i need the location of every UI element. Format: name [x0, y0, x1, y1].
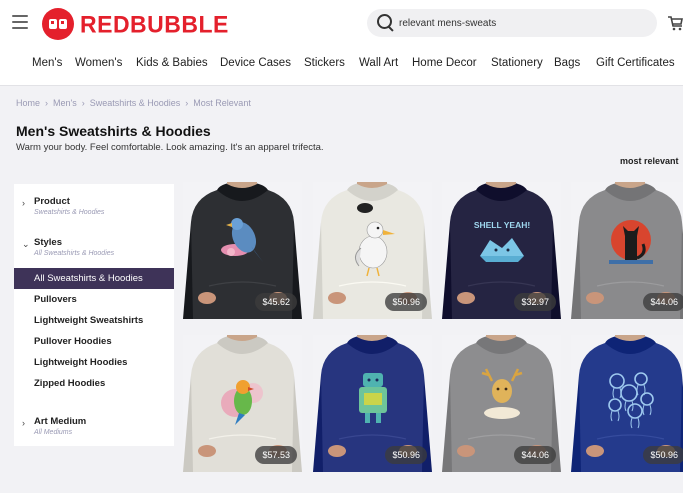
chevron-down-icon: ⌄	[22, 239, 30, 249]
style-option-pullovers[interactable]: Pullovers	[14, 289, 174, 310]
filter-product-value: Sweatshirts & Hoodies	[34, 209, 105, 216]
page: REDBUBBLE relevant mens-sweats Men's Wom…	[0, 0, 683, 493]
nav-item-womens[interactable]: Women's	[75, 57, 122, 69]
chevron-right-icon: ›	[22, 418, 25, 428]
breadcrumb-most-relevant: Most Relevant	[193, 98, 251, 108]
filter-styles-value: All Sweatshirts & Hoodies	[34, 250, 115, 257]
product-price: $32.97	[514, 293, 556, 311]
product-card[interactable]: SHELL YEAH! $32.97	[442, 182, 561, 319]
sort-dropdown[interactable]: most relevant	[620, 156, 679, 166]
style-option-pullover-hoodies[interactable]: Pullover Hoodies	[14, 331, 174, 352]
nav-item-device-cases[interactable]: Device Cases	[220, 57, 291, 69]
product-price: $45.62	[255, 293, 297, 311]
product-price: $44.06	[643, 293, 683, 311]
product-price: $44.06	[514, 446, 556, 464]
product-price: $50.96	[385, 293, 427, 311]
breadcrumb-sweatshirts-hoodies[interactable]: Sweatshirts & Hoodies	[90, 98, 181, 108]
style-option-zipped-hoodies[interactable]: Zipped Hoodies	[14, 373, 174, 394]
nav-item-stickers[interactable]: Stickers	[304, 57, 345, 69]
search-bar[interactable]: relevant mens-sweats	[367, 9, 657, 37]
brand-name: REDBUBBLE	[80, 9, 229, 38]
search-icon[interactable]	[375, 12, 397, 34]
breadcrumb-mens[interactable]: Men's	[53, 98, 77, 108]
filter-styles-title: Styles	[34, 237, 62, 248]
search-input[interactable]: relevant mens-sweats	[399, 18, 496, 29]
nav-item-gift-certificates[interactable]: Gift Certificates	[596, 57, 675, 69]
product-card[interactable]: $44.06	[442, 335, 561, 472]
nav-item-wall-art[interactable]: Wall Art	[359, 57, 398, 69]
redbubble-logo[interactable]: REDBUBBLE	[42, 8, 229, 40]
filter-art-medium-value: All Mediums	[34, 429, 73, 436]
breadcrumb-separator: ›	[185, 98, 189, 108]
page-subtitle: Warm your body. Feel comfortable. Look a…	[16, 142, 324, 153]
product-card[interactable]: $50.96	[313, 182, 432, 319]
nav-item-mens[interactable]: Men's	[32, 57, 62, 69]
logo-mark-icon	[42, 8, 74, 40]
svg-text:SHELL YEAH!: SHELL YEAH!	[474, 220, 531, 230]
breadcrumb-separator: ›	[81, 98, 85, 108]
product-card[interactable]: $57.53	[183, 335, 302, 472]
style-option-lightweight-hoodies[interactable]: Lightweight Hoodies	[14, 352, 174, 373]
filter-art-medium-title: Art Medium	[34, 416, 87, 427]
nav-item-bags[interactable]: Bags	[554, 57, 580, 69]
menu-icon[interactable]	[12, 15, 28, 29]
product-price: $50.96	[643, 446, 683, 464]
product-price: $57.53	[255, 446, 297, 464]
product-card[interactable]: $45.62	[183, 182, 302, 319]
breadcrumb-separator: ›	[45, 98, 49, 108]
cart-icon[interactable]	[667, 15, 683, 31]
top-bar: REDBUBBLE relevant mens-sweats	[0, 0, 683, 44]
page-title: Men's Sweatshirts & Hoodies	[16, 123, 211, 139]
nav-item-kids-babies[interactable]: Kids & Babies	[136, 57, 208, 69]
nav-item-home-decor[interactable]: Home Decor	[412, 57, 477, 69]
filter-product-title: Product	[34, 196, 70, 207]
product-card[interactable]: $44.06	[571, 182, 683, 319]
breadcrumb-home[interactable]: Home	[16, 98, 40, 108]
style-option-all[interactable]: All Sweatshirts & Hoodies	[14, 268, 174, 289]
category-nav: Men's Women's Kids & Babies Device Cases…	[0, 44, 683, 86]
chevron-right-icon: ›	[22, 198, 25, 208]
breadcrumb: Home › Men's › Sweatshirts & Hoodies › Most Re…	[16, 98, 251, 108]
product-card[interactable]: $50.96	[571, 335, 683, 472]
filter-sidebar: › Product Sweatshirts & Hoodies ⌄ Styles…	[14, 184, 174, 446]
product-card[interactable]: $50.96	[313, 335, 432, 472]
product-price: $50.96	[385, 446, 427, 464]
nav-item-stationery[interactable]: Stationery	[491, 57, 543, 69]
style-option-lightweight-sweatshirts[interactable]: Lightweight Sweatshirts	[14, 310, 174, 331]
